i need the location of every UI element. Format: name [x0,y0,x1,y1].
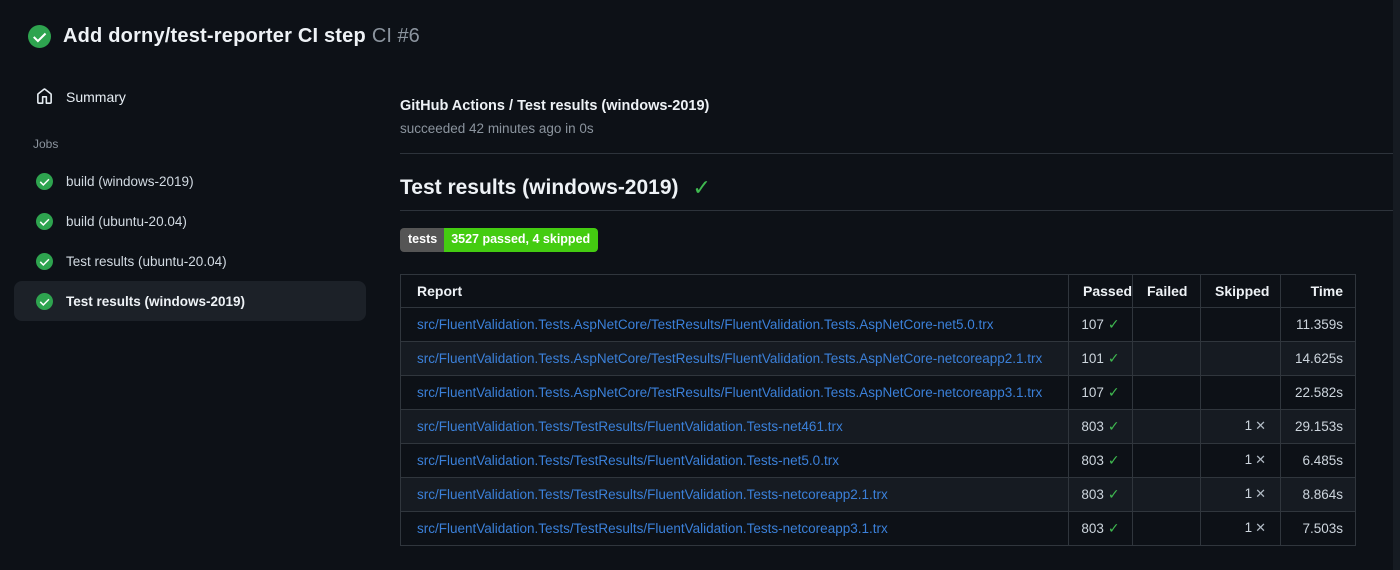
skipped-cell: 1 ✕ [1200,476,1281,512]
skipped-cell [1200,340,1281,376]
column-header-report: Report [400,273,1069,308]
skip-x-icon: ✕ [1255,418,1266,433]
sidebar: Summary Jobs build (windows-2019) build … [0,80,380,321]
report-link[interactable]: src/FluentValidation.Tests/TestResults/F… [417,521,888,536]
time-cell: 7.503s [1280,510,1356,546]
pass-check-icon: ✓ [1107,417,1120,434]
passed-cell: 107 ✓ [1068,306,1133,342]
badge-value: 3527 passed, 4 skipped [444,228,599,252]
time-cell: 29.153s [1280,408,1356,444]
skipped-cell: 1 ✕ [1200,510,1281,546]
job-success-check-circle-icon [36,212,53,230]
column-header-skipped: Skipped [1200,273,1281,308]
skipped-cell [1200,306,1281,342]
skip-x-icon: ✕ [1255,452,1266,467]
report-link[interactable]: src/FluentValidation.Tests/TestResults/F… [417,419,843,434]
job-success-check-circle-icon [36,172,53,190]
sidebar-job-item[interactable]: Test results (windows-2019) [14,281,366,321]
job-list: build (windows-2019) build (ubuntu-20.04… [0,161,380,321]
run-header: Add dorny/test-reporter CI step CI #6 [28,25,420,48]
sidebar-item-summary[interactable]: Summary [0,80,380,113]
table-row: src/FluentValidation.Tests.AspNetCore/Te… [400,340,1356,376]
table-row: src/FluentValidation.Tests/TestResults/F… [400,476,1356,512]
failed-cell [1132,374,1201,410]
pass-check-icon: ✓ [1107,383,1120,400]
table-row: src/FluentValidation.Tests/TestResults/F… [400,442,1356,478]
tests-badge[interactable]: tests 3527 passed, 4 skipped [400,228,599,252]
job-label: Test results (ubuntu-20.04) [66,253,227,269]
column-header-failed: Failed [1132,273,1201,308]
pass-check-icon: ✓ [1107,349,1120,366]
failed-cell [1132,340,1201,376]
home-icon [37,88,52,104]
run-number: CI #6 [371,25,420,47]
pass-check-icon: ✓ [1107,315,1120,332]
passed-cell: 101 ✓ [1068,340,1133,376]
section-success-check-icon: ✓ [692,175,711,200]
skipped-cell: 1 ✕ [1200,408,1281,444]
failed-cell [1132,306,1201,342]
pass-check-icon: ✓ [1107,451,1120,468]
failed-cell [1132,442,1201,478]
job-label: Test results (windows-2019) [66,293,246,309]
time-cell: 8.864s [1280,476,1356,512]
column-header-passed: Passed [1068,273,1133,308]
check-run-status: succeeded 42 minutes ago in 0s [400,121,594,136]
job-success-check-circle-icon [36,292,53,310]
report-link[interactable]: src/FluentValidation.Tests/TestResults/F… [417,453,839,468]
divider [400,153,1393,154]
skip-x-icon: ✕ [1255,520,1266,535]
table-header-row: Report Passed Failed Skipped Time [400,273,1356,308]
passed-cell: 803 ✓ [1068,476,1133,512]
report-link[interactable]: src/FluentValidation.Tests.AspNetCore/Te… [417,351,1042,366]
section-title: Test results (windows-2019) [400,176,679,199]
sidebar-job-item[interactable]: build (ubuntu-20.04) [14,201,366,241]
time-cell: 22.582s [1280,374,1356,410]
run-title: Add dorny/test-reporter CI step [63,25,366,47]
success-check-circle-icon [28,25,51,48]
scrollbar[interactable] [1393,0,1400,570]
badge-label: tests [400,228,445,252]
job-label: build (ubuntu-20.04) [66,213,187,229]
sidebar-job-item[interactable]: build (windows-2019) [14,161,366,201]
report-link[interactable]: src/FluentValidation.Tests.AspNetCore/Te… [417,317,994,332]
passed-cell: 803 ✓ [1068,510,1133,546]
skipped-cell: 1 ✕ [1200,442,1281,478]
summary-label: Summary [66,88,126,105]
main-content: GitHub Actions / Test results (windows-2… [400,90,1393,546]
failed-cell [1132,408,1201,444]
check-run-title: GitHub Actions / Test results (windows-2… [400,98,710,114]
time-cell: 11.359s [1280,306,1356,342]
pass-check-icon: ✓ [1107,485,1120,502]
job-success-check-circle-icon [36,252,53,270]
job-label: build (windows-2019) [66,173,194,189]
failed-cell [1132,476,1201,512]
divider [400,210,1393,211]
table-row: src/FluentValidation.Tests/TestResults/F… [400,510,1356,546]
table-row: src/FluentValidation.Tests.AspNetCore/Te… [400,306,1356,342]
pass-check-icon: ✓ [1107,519,1120,536]
time-cell: 6.485s [1280,442,1356,478]
test-results-table: Report Passed Failed Skipped Time src/Fl… [400,273,1356,546]
passed-cell: 803 ✓ [1068,442,1133,478]
skip-x-icon: ✕ [1255,486,1266,501]
passed-cell: 107 ✓ [1068,374,1133,410]
time-cell: 14.625s [1280,340,1356,376]
table-row: src/FluentValidation.Tests/TestResults/F… [400,408,1356,444]
failed-cell [1132,510,1201,546]
jobs-section-label: Jobs [33,137,59,151]
report-link[interactable]: src/FluentValidation.Tests.AspNetCore/Te… [417,385,1042,400]
skipped-cell [1200,374,1281,410]
column-header-time: Time [1280,273,1356,308]
report-link[interactable]: src/FluentValidation.Tests/TestResults/F… [417,487,888,502]
table-row: src/FluentValidation.Tests.AspNetCore/Te… [400,374,1356,410]
sidebar-job-item[interactable]: Test results (ubuntu-20.04) [14,241,366,281]
passed-cell: 803 ✓ [1068,408,1133,444]
